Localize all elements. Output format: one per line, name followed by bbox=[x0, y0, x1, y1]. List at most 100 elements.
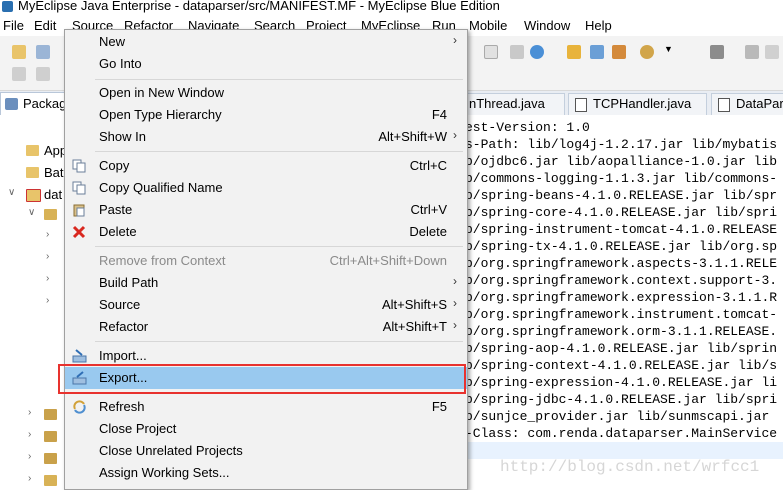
menu-item-assign-working-sets[interactable]: Assign Working Sets... bbox=[65, 462, 467, 484]
chevron-down-icon[interactable]: ∨ bbox=[28, 207, 35, 218]
code-line: b/ojdbc6.jar lib/aopalliance-1.0.jar lib bbox=[465, 154, 778, 169]
layout-icon[interactable] bbox=[36, 67, 50, 81]
tab-package-explorer[interactable]: Packag bbox=[0, 92, 68, 115]
shortcut-label: F5 bbox=[431, 399, 447, 414]
menu-item-remove-from-context: Remove from Context Ctrl+Alt+Shift+Down bbox=[99, 253, 447, 268]
tab-editor-label: nThread.java bbox=[469, 96, 545, 111]
save-icon[interactable] bbox=[36, 45, 50, 59]
chevron-right-icon: › bbox=[453, 33, 457, 47]
menu-item-open-in-new-window[interactable]: Open in New Window bbox=[65, 82, 467, 104]
menu-item-build-path[interactable]: Build Path › bbox=[65, 272, 467, 294]
tree-item-dataparser[interactable]: dat bbox=[44, 187, 62, 202]
menu-item-refactor[interactable]: Refactor Alt+Shift+T › bbox=[65, 316, 467, 338]
code-line: b/commons-logging-1.1.3.jar lib/commons- bbox=[465, 171, 778, 186]
code-line: -Class: com.renda.dataparser.MainService bbox=[465, 426, 778, 441]
folder-icon bbox=[44, 475, 57, 486]
myeclipse-app-icon bbox=[2, 1, 13, 12]
code-line: b/spring-beans-4.1.0.RELEASE.jar lib/spr bbox=[465, 188, 778, 203]
menu-item-copy-qualified-name[interactable]: Copy Qualified Name bbox=[65, 177, 467, 199]
menu-item-close-unrelated-projects[interactable]: Close Unrelated Projects bbox=[65, 440, 467, 462]
window-title: MyEclipse Java Enterprise - dataparser/s… bbox=[18, 0, 500, 13]
browser-icon[interactable] bbox=[530, 45, 544, 59]
context-menu: New › Go Into Open in New Window Open Ty… bbox=[64, 29, 468, 490]
tree-item-bat[interactable]: Bat bbox=[44, 165, 64, 180]
delete-icon bbox=[72, 225, 86, 239]
manifest-editor[interactable]: est-Version: 1.0 s-Path: lib/log4j-1.2.1… bbox=[465, 115, 783, 488]
project-error-icon bbox=[26, 189, 41, 202]
code-line: b/org.springframework.orm-3.1.1.RELEASE. bbox=[465, 324, 778, 339]
tab-editor-label: TCPHandler.java bbox=[593, 96, 692, 111]
menu-mobile[interactable]: Mobile bbox=[469, 18, 507, 33]
forward-icon[interactable] bbox=[745, 45, 759, 59]
chevron-down-icon[interactable]: ▼ bbox=[664, 44, 673, 55]
chevron-right-icon[interactable]: › bbox=[46, 251, 49, 262]
menu-item-close-project[interactable]: Close Project bbox=[65, 418, 467, 440]
paste-icon bbox=[73, 204, 85, 217]
library-icon bbox=[44, 431, 57, 442]
menu-item-source[interactable]: Source Alt+Shift+S › bbox=[65, 294, 467, 316]
chevron-down-icon[interactable]: ∨ bbox=[8, 187, 15, 198]
menu-item-new[interactable]: New › bbox=[65, 31, 467, 53]
code-line: b/spring-expression-4.1.0.RELEASE.jar li bbox=[465, 375, 778, 390]
current-line-highlight bbox=[465, 442, 783, 459]
source-folder-icon bbox=[44, 209, 57, 220]
tab-editor-tcphandler[interactable]: TCPHandler.java bbox=[568, 93, 707, 115]
menu-window[interactable]: Window bbox=[524, 18, 570, 33]
java-file-icon bbox=[718, 98, 730, 112]
title-bar: MyEclipse Java Enterprise - dataparser/s… bbox=[0, 0, 783, 15]
run-config-icon[interactable] bbox=[640, 45, 654, 59]
menu-item-paste[interactable]: Paste Ctrl+V bbox=[65, 199, 467, 221]
panel-icon[interactable] bbox=[765, 45, 779, 59]
shortcut-label: Alt+Shift+W bbox=[378, 129, 447, 144]
menu-separator bbox=[95, 151, 463, 152]
copy-icon bbox=[72, 159, 86, 173]
chevron-right-icon[interactable]: › bbox=[28, 451, 31, 462]
code-line: b/spring-instrument-tomcat-4.1.0.RELEASE bbox=[465, 222, 778, 237]
shortcut-label: Alt+Shift+S bbox=[381, 297, 447, 312]
menu-separator bbox=[95, 341, 463, 342]
chevron-right-icon[interactable]: › bbox=[46, 295, 49, 306]
menu-item-go-into[interactable]: Go Into bbox=[65, 53, 467, 75]
shortcut-label: F4 bbox=[431, 107, 447, 122]
java-file-icon bbox=[575, 98, 587, 112]
code-line: b/spring-core-4.1.0.RELEASE.jar lib/spri bbox=[465, 205, 778, 220]
new-file-icon[interactable] bbox=[12, 45, 26, 59]
shortcut-label: Alt+Shift+T bbox=[382, 319, 447, 334]
menu-separator bbox=[95, 79, 463, 80]
chevron-right-icon[interactable]: › bbox=[46, 273, 49, 284]
tab-editor-nthread[interactable]: nThread.java bbox=[466, 93, 565, 115]
open-type-icon[interactable] bbox=[590, 45, 604, 59]
code-line: b/sunjce_provider.jar lib/sunmscapi.jar bbox=[465, 409, 770, 424]
code-line: b/spring-aop-4.1.0.RELEASE.jar lib/sprin bbox=[465, 341, 778, 356]
server-icon[interactable] bbox=[510, 45, 524, 59]
search-tool-icon[interactable] bbox=[612, 45, 626, 59]
library-icon bbox=[44, 409, 57, 420]
code-line: b/spring-jdbc-4.1.0.RELEASE.jar lib/spri bbox=[465, 392, 778, 407]
shortcut-label: Ctrl+V bbox=[410, 202, 447, 217]
code-line: s-Path: lib/log4j-1.2.17.jar lib/mybatis bbox=[465, 137, 778, 152]
toggle-view-icon[interactable] bbox=[12, 67, 26, 81]
tab-editor-datapar[interactable]: DataPar bbox=[711, 93, 783, 115]
menu-help[interactable]: Help bbox=[585, 18, 612, 33]
code-line: b/spring-context-4.1.0.RELEASE.jar lib/s bbox=[465, 358, 778, 373]
menu-edit[interactable]: Edit bbox=[34, 18, 56, 33]
chevron-right-icon[interactable]: › bbox=[28, 429, 31, 440]
menu-item-open-type-hierarchy[interactable]: Open Type Hierarchy F4 bbox=[65, 104, 467, 126]
menu-item-copy[interactable]: Copy Ctrl+C bbox=[65, 155, 467, 177]
chevron-right-icon[interactable]: › bbox=[28, 473, 31, 484]
chevron-right-icon: › bbox=[453, 274, 457, 288]
tab-package-explorer-label: Packag bbox=[23, 96, 67, 111]
project-folder-icon bbox=[26, 167, 39, 178]
menu-item-show-in[interactable]: Show In Alt+Shift+W › bbox=[65, 126, 467, 148]
shortcut-label: Ctrl+Alt+Shift+Down bbox=[329, 253, 447, 268]
window-icon[interactable] bbox=[484, 45, 498, 59]
code-line: est-Version: 1.0 bbox=[465, 120, 590, 135]
menu-item-refresh[interactable]: Refresh F5 bbox=[65, 396, 467, 418]
project-folder-icon bbox=[26, 145, 39, 156]
chevron-right-icon[interactable]: › bbox=[28, 407, 31, 418]
camera-icon[interactable] bbox=[710, 45, 724, 59]
menu-item-delete[interactable]: Delete Delete bbox=[65, 221, 467, 243]
menu-file[interactable]: File bbox=[3, 18, 24, 33]
open-folder-icon[interactable] bbox=[567, 45, 581, 59]
chevron-right-icon[interactable]: › bbox=[46, 229, 49, 240]
